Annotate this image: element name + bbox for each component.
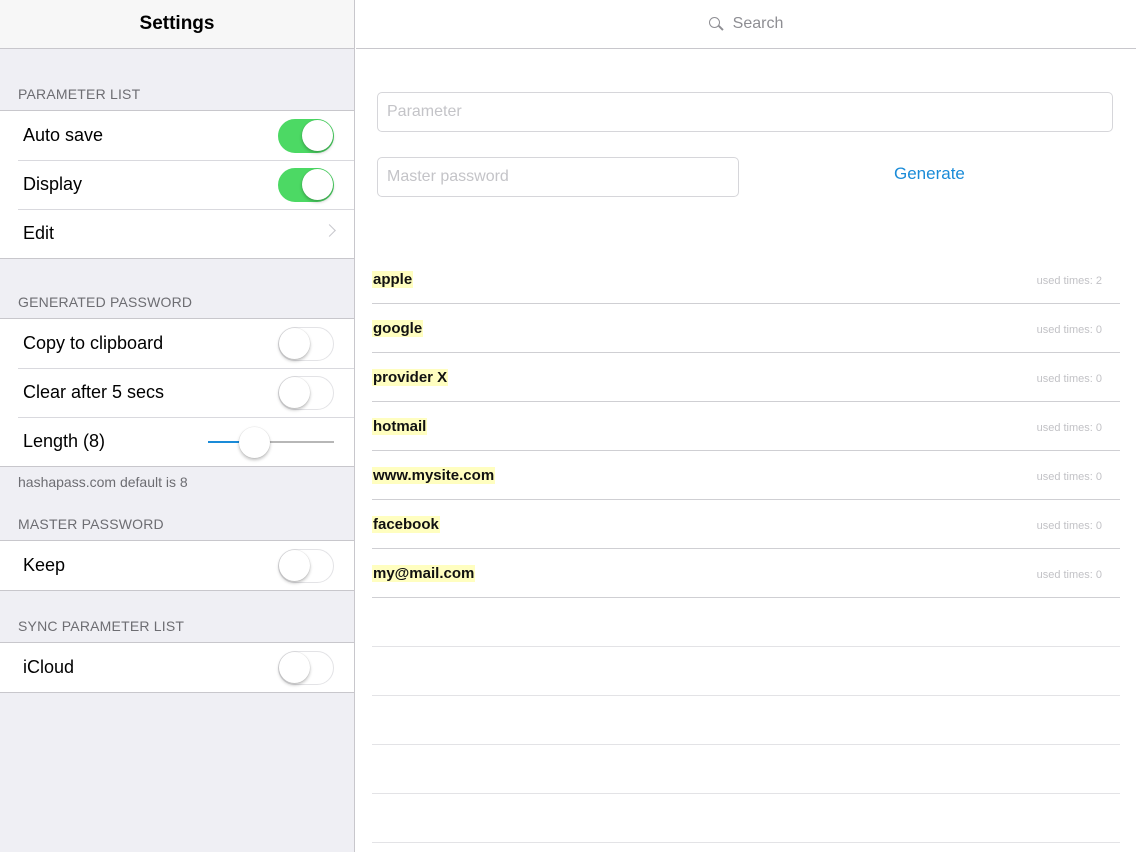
parameter-row[interactable]: my@mail.com used times: 0 — [372, 549, 1120, 598]
toggle-knob — [279, 652, 310, 683]
copy-clipboard-toggle[interactable] — [278, 327, 334, 361]
main-nav-bar: Search — [356, 0, 1136, 49]
empty-row — [372, 745, 1120, 794]
parameter-row[interactable]: google used times: 0 — [372, 304, 1120, 353]
empty-row — [372, 794, 1120, 843]
length-footer-note: hashapass.com default is 8 — [18, 474, 188, 490]
toggle-knob — [302, 169, 333, 200]
parameter-row[interactable]: www.mysite.com used times: 0 — [372, 451, 1120, 500]
settings-panel: Settings PARAMETER LIST Auto save Displa… — [0, 0, 355, 852]
edit-label: Edit — [23, 223, 55, 243]
parameter-name: provider X — [372, 369, 449, 386]
icloud-toggle[interactable] — [278, 651, 334, 685]
length-label: Length (8) — [23, 431, 106, 451]
master-password-group: Keep — [0, 540, 354, 591]
icloud-cell: iCloud — [0, 643, 354, 692]
main-panel: Search Generate apple used times: 2 google… — [356, 0, 1136, 852]
parameter-used-count: used times: 0 — [1036, 569, 1102, 581]
clear-after-label: Clear after 5 secs — [23, 382, 165, 402]
empty-row — [372, 598, 1120, 647]
icloud-label: iCloud — [23, 657, 75, 677]
slider-thumb[interactable] — [239, 427, 270, 458]
parameter-name: my@mail.com — [372, 565, 476, 582]
empty-row — [372, 647, 1120, 696]
clear-after-cell: Clear after 5 secs — [0, 368, 354, 417]
copy-clipboard-cell: Copy to clipboard — [0, 319, 354, 368]
auto-save-cell: Auto save — [0, 111, 354, 160]
section-header-master-password: MASTER PASSWORD — [18, 516, 164, 532]
master-password-input[interactable] — [377, 157, 739, 197]
keep-toggle[interactable] — [278, 549, 334, 583]
section-header-parameter-list: PARAMETER LIST — [18, 86, 141, 102]
display-label: Display — [23, 174, 83, 194]
parameter-used-count: used times: 0 — [1036, 520, 1102, 532]
length-slider[interactable] — [208, 427, 334, 458]
parameter-list-group: Auto save Display Edit — [0, 110, 354, 259]
parameter-name: google — [372, 320, 424, 337]
toggle-knob — [279, 550, 310, 581]
settings-nav-bar: Settings — [0, 0, 354, 49]
parameter-used-count: used times: 0 — [1036, 471, 1102, 483]
auto-save-toggle[interactable] — [278, 119, 334, 153]
copy-clipboard-label: Copy to clipboard — [23, 333, 164, 353]
parameter-row[interactable]: hotmail used times: 0 — [372, 402, 1120, 451]
auto-save-label: Auto save — [23, 125, 104, 145]
toggle-knob — [279, 377, 310, 408]
toggle-knob — [279, 328, 310, 359]
toggle-knob — [302, 120, 333, 151]
generated-password-group: Copy to clipboard Clear after 5 secs Len… — [0, 318, 354, 467]
parameter-name: hotmail — [372, 418, 428, 435]
parameter-name: apple — [372, 271, 414, 288]
parameter-row[interactable]: provider X used times: 0 — [372, 353, 1120, 402]
sync-group: iCloud — [0, 642, 354, 693]
parameter-row[interactable]: facebook used times: 0 — [372, 500, 1120, 549]
generate-button[interactable]: Generate — [894, 164, 965, 184]
parameter-name: facebook — [372, 516, 440, 533]
empty-row — [372, 696, 1120, 745]
parameter-used-count: used times: 2 — [1036, 275, 1102, 287]
display-cell: Display — [0, 160, 354, 209]
parameter-used-count: used times: 0 — [1036, 422, 1102, 434]
section-header-generated-password: GENERATED PASSWORD — [18, 294, 193, 310]
search-icon — [708, 17, 724, 31]
length-cell: Length (8) — [0, 417, 354, 466]
keep-label: Keep — [23, 555, 66, 575]
keep-cell: Keep — [0, 541, 354, 590]
section-header-sync: SYNC PARAMETER LIST — [18, 618, 185, 634]
edit-cell[interactable]: Edit — [0, 209, 354, 258]
chevron-right-icon — [323, 224, 336, 237]
search-bar[interactable]: Search — [708, 15, 784, 33]
parameter-name: www.mysite.com — [372, 467, 496, 484]
search-placeholder: Search — [732, 15, 784, 32]
parameter-used-count: used times: 0 — [1036, 324, 1102, 336]
clear-after-toggle[interactable] — [278, 376, 334, 410]
parameter-used-count: used times: 0 — [1036, 373, 1102, 385]
parameter-list: apple used times: 2 google used times: 0 pro… — [372, 255, 1120, 843]
parameter-input[interactable] — [377, 92, 1113, 132]
settings-title: Settings — [139, 13, 215, 34]
display-toggle[interactable] — [278, 168, 334, 202]
parameter-row[interactable]: apple used times: 2 — [372, 255, 1120, 304]
